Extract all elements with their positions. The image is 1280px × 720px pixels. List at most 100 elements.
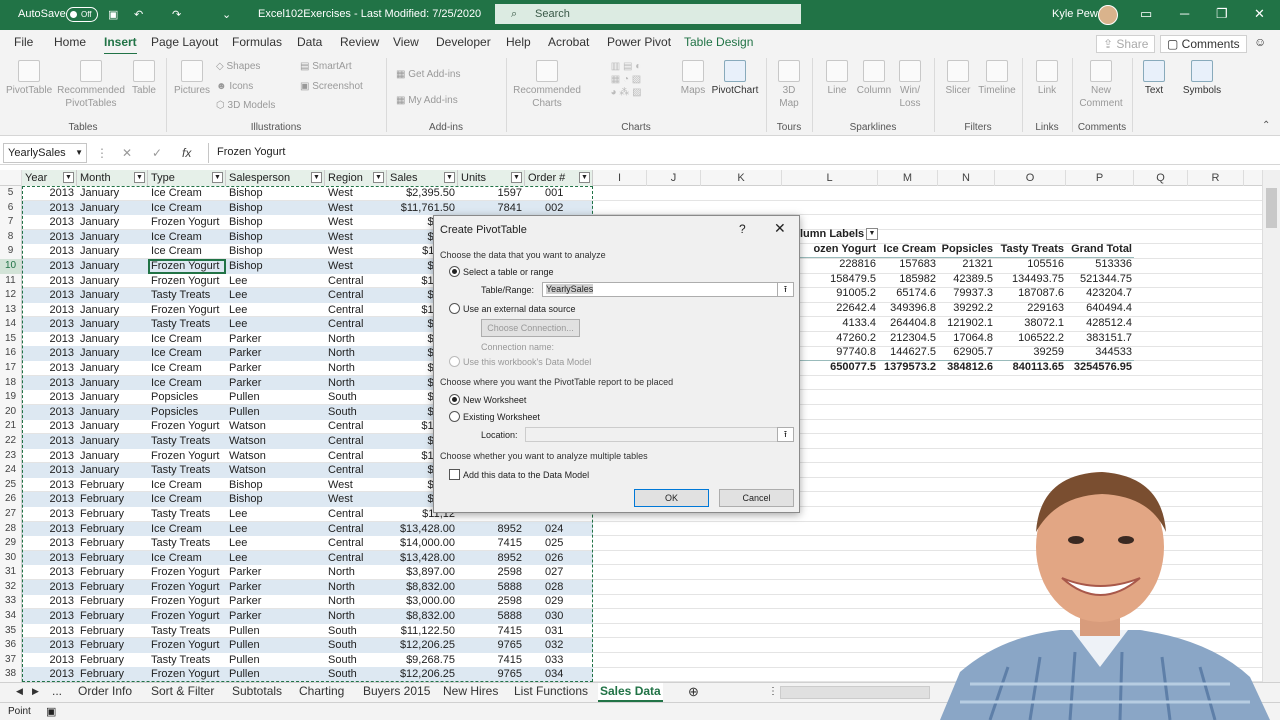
cell-month[interactable]: February [77, 521, 148, 537]
cell-salesperson[interactable]: Pullen [226, 624, 325, 639]
column-header-j[interactable]: J [647, 170, 701, 186]
row-header[interactable]: 25 [0, 477, 22, 493]
cell-month[interactable]: February [77, 536, 148, 551]
search-box[interactable]: ⌕ Search [495, 4, 801, 24]
pivotchart-button[interactable]: PivotChart [710, 60, 760, 97]
cell-salesperson[interactable]: Pullen [226, 638, 325, 653]
filter-dropdown-icon[interactable]: ▼ [212, 172, 223, 183]
cell-region[interactable]: South [325, 638, 387, 653]
avatar[interactable] [1098, 5, 1118, 25]
cell-type[interactable]: Ice Cream [148, 521, 226, 537]
cell-type[interactable]: Ice Cream [148, 550, 226, 566]
cell-region[interactable]: Central [325, 536, 387, 551]
cell-salesperson[interactable]: Bishop [226, 492, 325, 508]
tab-developer[interactable]: Developer [436, 35, 491, 49]
cell-salesperson[interactable]: Lee [226, 521, 325, 537]
timeline-button[interactable]: Timeline [976, 60, 1018, 97]
cell-year[interactable]: 2013 [22, 419, 77, 434]
cell-type[interactable]: Ice Cream [148, 244, 226, 259]
cell-salesperson[interactable]: Bishop [226, 215, 325, 230]
cell-region[interactable]: South [325, 653, 387, 668]
cell-year[interactable]: 2013 [22, 579, 77, 595]
horizontal-scrollbar[interactable] [780, 686, 930, 699]
cell-sales[interactable]: $8,832.00 [387, 579, 458, 595]
cell-month[interactable]: February [77, 550, 148, 566]
cell-region[interactable]: Central [325, 288, 387, 303]
cell-region[interactable]: West [325, 478, 387, 493]
cell-type[interactable]: Ice Cream [148, 186, 226, 201]
help-icon[interactable]: ? [739, 222, 746, 236]
text-button[interactable]: Text [1138, 60, 1170, 97]
sheet-tab-charting[interactable]: Charting [297, 683, 346, 702]
cell-sales[interactable]: $11,122.50 [387, 624, 458, 639]
cell-sales[interactable]: $9,268.75 [387, 653, 458, 668]
cell-month[interactable]: February [77, 638, 148, 653]
cell-order[interactable]: 034 [525, 667, 593, 682]
row-header[interactable]: 26 [0, 492, 22, 508]
radio-new-worksheet[interactable] [449, 394, 460, 405]
cell-type[interactable]: Ice Cream [148, 478, 226, 493]
cell-type[interactable]: Ice Cream [148, 200, 226, 216]
cell-sales[interactable]: $8,832.00 [387, 609, 458, 624]
row-header[interactable]: 19 [0, 390, 22, 405]
pivottable-button[interactable]: PivotTable [6, 60, 52, 97]
cell-salesperson[interactable]: Bishop [226, 186, 325, 201]
cell-salesperson[interactable]: Parker [226, 375, 325, 391]
cell-type[interactable]: Tasty Treats [148, 288, 226, 303]
cell-region[interactable]: Central [325, 507, 387, 522]
filter-dropdown-icon[interactable]: ▼ [579, 172, 590, 183]
row-header[interactable]: 15 [0, 331, 22, 347]
sheet-tab-buyers-2015[interactable]: Buyers 2015 [361, 683, 432, 702]
tab-home[interactable]: Home [54, 35, 86, 49]
row-header[interactable]: 20 [0, 404, 22, 420]
column-header-p[interactable]: P [1066, 170, 1134, 186]
3d-models-button[interactable]: ⬡ 3D Models [216, 99, 275, 112]
cell-year[interactable]: 2013 [22, 609, 77, 624]
row-header[interactable]: 27 [0, 506, 22, 522]
cell-type[interactable]: Frozen Yogurt [148, 258, 226, 274]
row-header[interactable]: 34 [0, 609, 22, 624]
cell-month[interactable]: January [77, 303, 148, 318]
cell-year[interactable]: 2013 [22, 274, 77, 289]
cell-type[interactable]: Frozen Yogurt [148, 638, 226, 653]
cell-type[interactable]: Frozen Yogurt [148, 274, 226, 289]
pivot-value[interactable]: 640494.4 [1042, 302, 1132, 314]
save-icon[interactable]: ▣ [108, 8, 118, 21]
row-header[interactable]: 10 [0, 258, 22, 274]
smartart-button[interactable]: ▤ SmartArt [300, 60, 352, 73]
cell-month[interactable]: January [77, 229, 148, 245]
column-header-n[interactable]: N [938, 170, 995, 186]
cell-order[interactable]: 028 [525, 579, 593, 595]
column-header-o[interactable]: O [995, 170, 1066, 186]
cell-salesperson[interactable]: Parker [226, 332, 325, 347]
cell-units[interactable]: 8952 [458, 521, 525, 537]
cell-units[interactable]: 5888 [458, 609, 525, 624]
row-header[interactable]: 37 [0, 652, 22, 668]
pivot-value[interactable]: 423204.7 [1042, 287, 1132, 299]
choose-connection-button[interactable]: Choose Connection... [481, 319, 580, 337]
cell-month[interactable]: January [77, 419, 148, 434]
cell-month[interactable]: February [77, 507, 148, 522]
row-header[interactable]: 11 [0, 273, 22, 289]
cell-year[interactable]: 2013 [22, 478, 77, 493]
pivot-filter-dropdown-icon[interactable]: ▼ [866, 228, 878, 240]
cell-month[interactable]: January [77, 288, 148, 303]
row-header[interactable]: 9 [0, 244, 22, 260]
column-header-q[interactable]: Q [1134, 170, 1188, 186]
cell-region[interactable]: West [325, 215, 387, 230]
cell-type[interactable]: Ice Cream [148, 492, 226, 508]
cell-month[interactable]: January [77, 404, 148, 420]
sparkline-line-button[interactable]: Line [820, 60, 854, 97]
cell-type[interactable]: Frozen Yogurt [148, 667, 226, 682]
cell-salesperson[interactable]: Bishop [226, 229, 325, 245]
table-range-input[interactable]: YearlySales [542, 282, 778, 297]
cell-order[interactable]: 031 [525, 624, 593, 639]
cell-year[interactable]: 2013 [22, 492, 77, 508]
cell-month[interactable]: January [77, 346, 148, 362]
cell-units[interactable]: 7415 [458, 624, 525, 639]
cell-year[interactable]: 2013 [22, 404, 77, 420]
formula-input[interactable]: Frozen Yogurt [208, 143, 1276, 163]
cell-salesperson[interactable]: Lee [226, 536, 325, 551]
link-button[interactable]: Link [1030, 60, 1064, 97]
sheet-tab-order-info[interactable]: Order Info [76, 683, 134, 702]
